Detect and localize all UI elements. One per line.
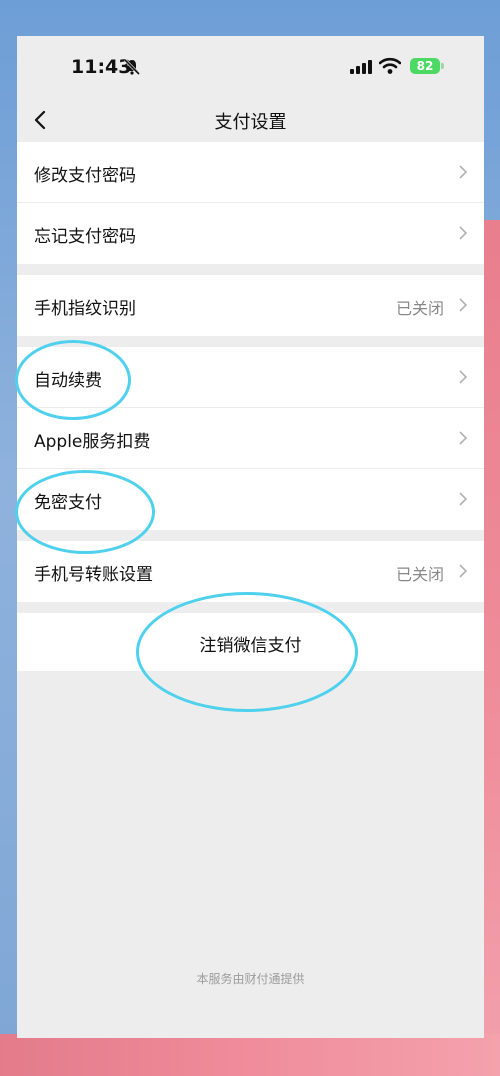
battery-level: 82 (416, 59, 434, 73)
auto-renewal-row[interactable]: 自动续费 (17, 347, 484, 408)
settings-group-password: 修改支付密码 忘记支付密码 (17, 142, 484, 264)
deactivate-label: 注销微信支付 (199, 636, 302, 656)
page-title: 支付设置 (214, 112, 287, 133)
background-bottom (0, 1034, 500, 1076)
row-label: 修改支付密码 (34, 166, 136, 186)
row-label: 自动续费 (34, 371, 102, 391)
row-label: 手机号转账设置 (34, 565, 153, 585)
phone-transfer-settings-row[interactable]: 手机号转账设置 已关闭 (17, 541, 484, 602)
chevron-right-icon (459, 431, 468, 445)
chevron-right-icon (459, 370, 468, 384)
chevron-right-icon (459, 298, 468, 312)
chevron-right-icon (459, 564, 468, 578)
signal-icon (350, 60, 372, 74)
row-label: 手机指纹识别 (34, 299, 136, 319)
navigation-bar: 支付设置 (17, 98, 484, 142)
status-bar: 11:43 82 (17, 36, 484, 98)
chevron-right-icon (459, 492, 468, 506)
modify-pay-password-row[interactable]: 修改支付密码 (17, 142, 484, 203)
row-value: 已关闭 (395, 299, 444, 318)
row-label: 免密支付 (34, 493, 102, 513)
settings-group-fingerprint: 手机指纹识别 已关闭 (17, 275, 484, 336)
wifi-icon (379, 57, 401, 74)
row-value: 已关闭 (395, 565, 444, 584)
apple-service-deduction-row[interactable]: Apple服务扣费 (17, 408, 484, 469)
footer-text: 本服务由财付通提供 (196, 972, 305, 986)
chevron-right-icon (459, 165, 468, 179)
battery-tip (441, 63, 444, 69)
mute-bell-icon (123, 58, 141, 76)
phone-screen: 11:43 82 支付设置 修改支付密码 忘记支付密码 手机指纹识别 已关闭 自… (17, 36, 484, 1038)
fingerprint-row[interactable]: 手机指纹识别 已关闭 (17, 275, 484, 336)
password-free-payment-row[interactable]: 免密支付 (17, 469, 484, 530)
row-label: Apple服务扣费 (34, 432, 151, 452)
settings-group-transfer: 手机号转账设置 已关闭 (17, 541, 484, 602)
battery-icon: 82 (410, 58, 440, 74)
settings-group-deductions: 自动续费 Apple服务扣费 免密支付 (17, 347, 484, 530)
forgot-pay-password-row[interactable]: 忘记支付密码 (17, 203, 484, 264)
row-label: 忘记支付密码 (34, 227, 136, 247)
deactivate-wechat-pay-button[interactable]: 注销微信支付 (17, 613, 484, 671)
chevron-right-icon (459, 226, 468, 240)
